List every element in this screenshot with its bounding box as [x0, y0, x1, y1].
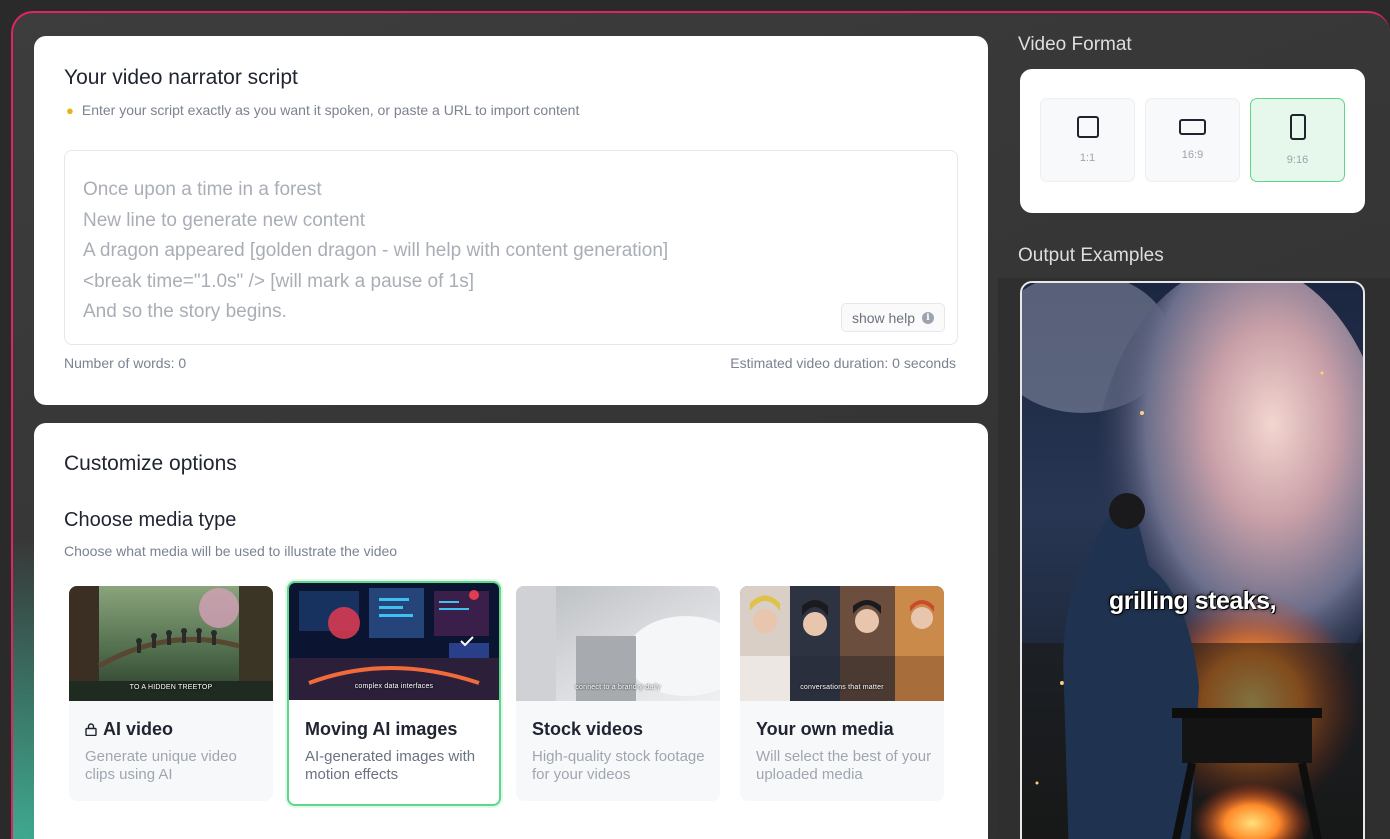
placeholder-line: New line to generate new content: [83, 209, 366, 231]
video-format-card: 1:1 16:9 9:16: [1020, 69, 1365, 213]
script-card: Your video narrator script ● Enter your …: [34, 36, 988, 405]
own-media-desc: Will select the best of your uploaded me…: [756, 748, 932, 783]
own-media-title: Your own media: [756, 719, 894, 739]
portrait-icon: [1289, 114, 1306, 140]
format-label-9-16: 9:16: [1286, 154, 1309, 166]
ai-video-desc: Generate unique video clips using AI: [85, 748, 237, 783]
script-placeholder: Once upon a time in a forest New line to…: [83, 175, 668, 328]
grilling-scene-image: [1022, 283, 1363, 839]
script-hint: ● Enter your script exactly as you want …: [66, 102, 579, 118]
own-media-thumbnail: conversations that matter: [740, 586, 944, 701]
video-format-label: Video Format: [1018, 34, 1132, 55]
output-examples-label: Output Examples: [1018, 245, 1164, 266]
own-media-thumb-caption: conversations that matter: [800, 684, 884, 691]
stock-videos-title: Stock videos: [532, 719, 644, 739]
media-type-subtitle: Choose what media will be used to illust…: [64, 543, 398, 559]
example-caption: grilling steaks,: [1108, 587, 1277, 615]
options-title: Customize options: [64, 452, 237, 475]
info-icon: i: [922, 311, 934, 324]
media-option-ai-video[interactable]: TO A HIDDEN TREETOP AI video Generate un…: [69, 586, 273, 801]
format-option-9-16[interactable]: 9:16: [1250, 98, 1345, 182]
word-count: Number of words: 0: [64, 355, 187, 371]
landscape-icon: [1179, 119, 1206, 135]
lock-icon: [85, 723, 97, 736]
placeholder-line: A dragon appeared [golden dragon - will …: [83, 240, 669, 261]
media-option-own-media[interactable]: conversations that matter Your own media…: [740, 586, 944, 801]
format-option-16-9[interactable]: 16:9: [1145, 98, 1240, 182]
moving-ai-desc: AI-generated images with motion effects: [305, 748, 476, 783]
ai-video-thumbnail: TO A HIDDEN TREETOP: [69, 586, 273, 701]
moving-ai-thumbnail: complex data interfaces: [289, 583, 499, 700]
estimated-duration: Estimated video duration: 0 seconds: [730, 355, 956, 371]
format-label-16-9: 16:9: [1181, 149, 1204, 161]
stock-videos-desc: High-quality stock footage for your vide…: [532, 748, 705, 783]
moving-ai-title: Moving AI images: [305, 719, 458, 739]
ai-video-title-text: AI video: [103, 719, 174, 739]
lightbulb-icon: ●: [66, 102, 74, 118]
placeholder-line: And so the story begins.: [83, 301, 287, 322]
options-card: Customize options Choose media type Choo…: [34, 423, 988, 839]
moving-ai-thumb-caption: complex data interfaces: [354, 683, 434, 690]
placeholder-line: Once upon a time in a forest: [83, 179, 322, 200]
media-option-moving-ai-images[interactable]: complex data interfaces Moving AI images…: [287, 581, 501, 806]
output-example-preview[interactable]: grilling steaks,: [1020, 281, 1365, 839]
show-help-label: show help: [851, 309, 915, 326]
format-label-1-1: 1:1: [1079, 152, 1096, 164]
media-type-title: Choose media type: [64, 509, 237, 531]
ai-video-thumb-caption: TO A HIDDEN TREETOP: [129, 684, 213, 691]
show-help-button[interactable]: show help i: [840, 303, 945, 332]
square-icon: [1076, 116, 1099, 138]
script-textarea[interactable]: Once upon a time in a forest New line to…: [64, 150, 958, 345]
script-hint-text: Enter your script exactly as you want it…: [81, 102, 580, 118]
placeholder-line: <break time="1.0s" /> [will mark a pause…: [83, 270, 475, 292]
stock-videos-thumb-caption: connect to a brand-y daily: [575, 684, 661, 691]
script-card-title: Your video narrator script: [64, 66, 298, 89]
media-option-stock-videos[interactable]: connect to a brand-y daily Stock videos …: [516, 586, 720, 801]
ai-video-title: AI video: [85, 719, 173, 740]
stock-videos-thumbnail: connect to a brand-y daily: [516, 586, 720, 701]
app-frame: Your video narrator script ● Enter your …: [11, 11, 1390, 839]
format-option-1-1[interactable]: 1:1: [1040, 98, 1135, 182]
